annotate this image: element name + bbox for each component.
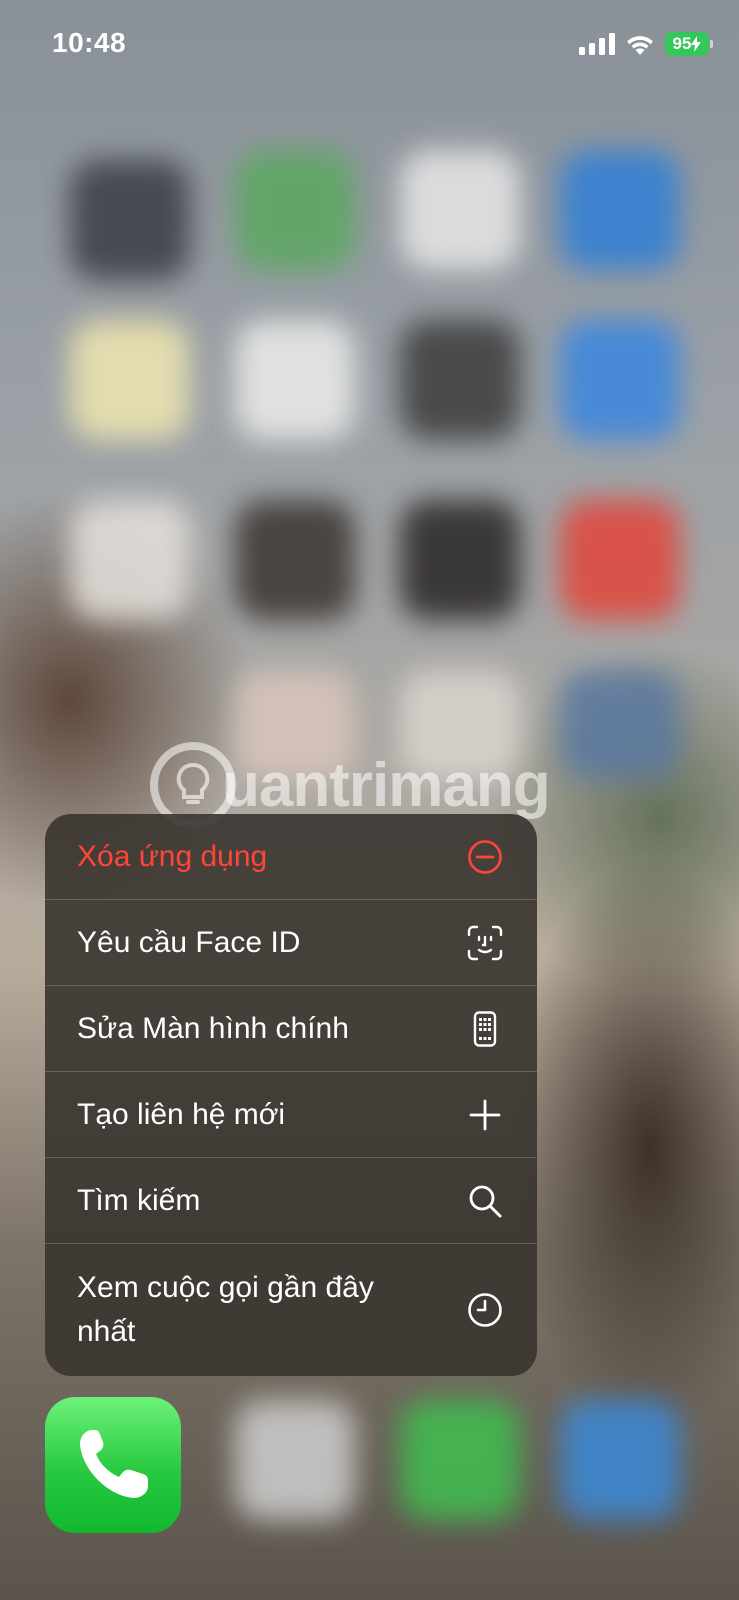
status-time: 10:48: [52, 27, 127, 58]
menu-item-label: Tạo liên hệ mới: [77, 1097, 286, 1131]
blurred-app-icon: [235, 150, 355, 270]
face-id-icon: [467, 925, 503, 960]
cellular-signal-icon: [579, 33, 615, 55]
menu-item-label: Sửa Màn hình chính: [77, 1011, 349, 1045]
blurred-app-icon: [400, 320, 520, 440]
clock-icon: [468, 1293, 502, 1327]
menu-item-create-contact[interactable]: Tạo liên hệ mới: [45, 1072, 537, 1158]
status-icons: 95: [579, 32, 713, 56]
blurred-app-icon: [560, 500, 680, 620]
blurred-app-icon: [560, 670, 680, 780]
watermark-text: uantrimang: [222, 750, 551, 820]
menu-item-recent-calls[interactable]: Xem cuộc gọi gần đây nhất: [45, 1244, 537, 1376]
menu-item-label: Tìm kiếm: [77, 1183, 201, 1217]
menu-item-require-face-id[interactable]: Yêu cầu Face ID: [45, 900, 537, 986]
minus-circle-icon: [468, 839, 502, 874]
blurred-dock-icon: [560, 1400, 680, 1520]
menu-item-search[interactable]: Tìm kiếm: [45, 1158, 537, 1244]
menu-item-delete-app[interactable]: Xóa ứng dụng: [45, 814, 537, 900]
blurred-app-icon: [235, 500, 355, 620]
blurred-dock-icon: [235, 1400, 355, 1520]
blurred-app-icon: [560, 320, 680, 440]
wifi-icon: [627, 36, 653, 55]
status-bar: 10:48 95: [0, 0, 739, 92]
blurred-app-icon: [235, 320, 355, 440]
search-icon: [469, 1185, 502, 1217]
blurred-app-icon: [70, 160, 190, 280]
battery-indicator: 95: [665, 32, 713, 56]
menu-item-edit-home-screen[interactable]: Sửa Màn hình chính: [45, 986, 537, 1072]
context-menu: Xóa ứng dụng Yêu cầu Face ID Sửa Màn hìn…: [45, 814, 537, 1376]
phone-app-icon[interactable]: [45, 1397, 181, 1533]
menu-item-label: Xem cuộc gọi gần đây nhất: [77, 1271, 374, 1348]
blurred-dock-icon: [400, 1400, 520, 1520]
phone-handset-icon: [80, 1430, 148, 1498]
charging-bolt-icon: [691, 36, 702, 52]
blurred-app-icon: [560, 150, 680, 270]
blurred-app-icon: [400, 500, 520, 620]
plus-icon: [469, 1099, 501, 1130]
phone-grid-icon: [473, 1010, 497, 1047]
menu-item-label: Yêu cầu Face ID: [77, 925, 301, 959]
blurred-app-icon: [70, 320, 190, 440]
blurred-app-icon: [70, 500, 190, 620]
battery-level: 95: [672, 34, 692, 53]
menu-item-label: Xóa ứng dụng: [77, 839, 268, 873]
blurred-app-icon: [400, 150, 520, 270]
